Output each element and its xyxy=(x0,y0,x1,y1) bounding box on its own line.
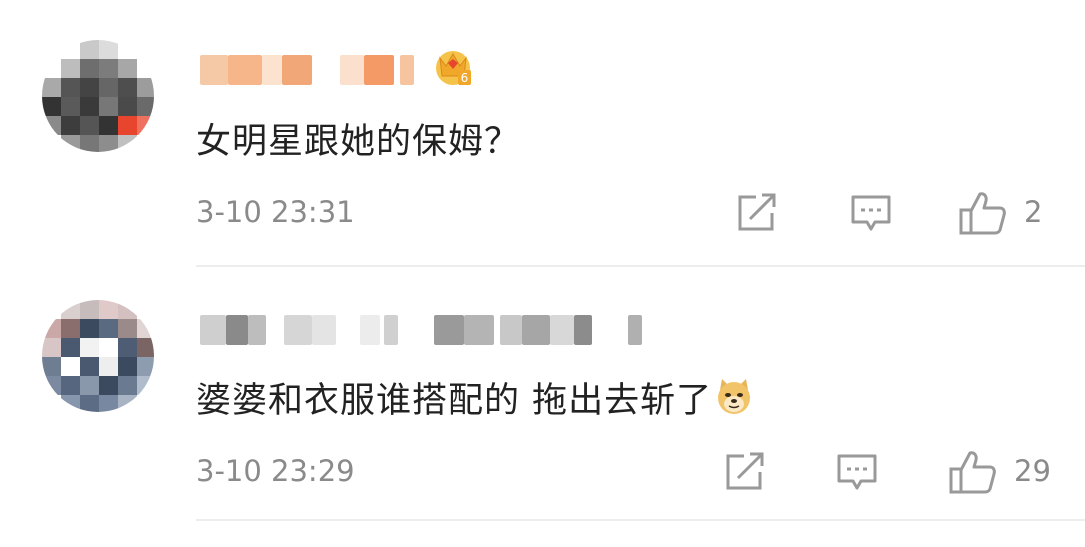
comment-text: 婆婆和衣服谁搭配的 拖出去斩了 xyxy=(196,372,754,423)
divider xyxy=(196,519,1085,521)
badge-level: 6 xyxy=(461,71,469,85)
comment-item: 6 女明星跟她的保姆？ 3-10 23:31 2 xyxy=(0,0,1085,268)
doge-emoji xyxy=(718,379,751,414)
comment-icon[interactable] xyxy=(836,453,878,493)
like-count: 29 xyxy=(1014,454,1051,488)
divider xyxy=(196,265,1085,267)
share-icon[interactable] xyxy=(724,452,766,492)
avatar[interactable] xyxy=(42,300,154,412)
avatar[interactable] xyxy=(42,40,154,152)
comment-text: 女明星跟她的保姆？ xyxy=(196,122,521,162)
comment-timestamp: 3-10 23:29 xyxy=(196,454,355,488)
username[interactable] xyxy=(200,52,430,88)
comment-item: 婆婆和衣服谁搭配的 拖出去斩了 3-10 23:29 29 xyxy=(0,268,1085,524)
thumbs-up-icon[interactable] xyxy=(958,190,1008,236)
comment-text-content: 婆婆和衣服谁搭配的 拖出去斩了 xyxy=(196,381,713,421)
share-icon[interactable] xyxy=(736,193,778,233)
crown-icon: 6 xyxy=(436,51,471,85)
thumbs-up-icon[interactable] xyxy=(948,449,998,495)
comment-icon[interactable] xyxy=(850,194,892,234)
like-count: 2 xyxy=(1024,195,1043,229)
comment-timestamp: 3-10 23:31 xyxy=(196,195,355,229)
username[interactable] xyxy=(200,312,650,348)
